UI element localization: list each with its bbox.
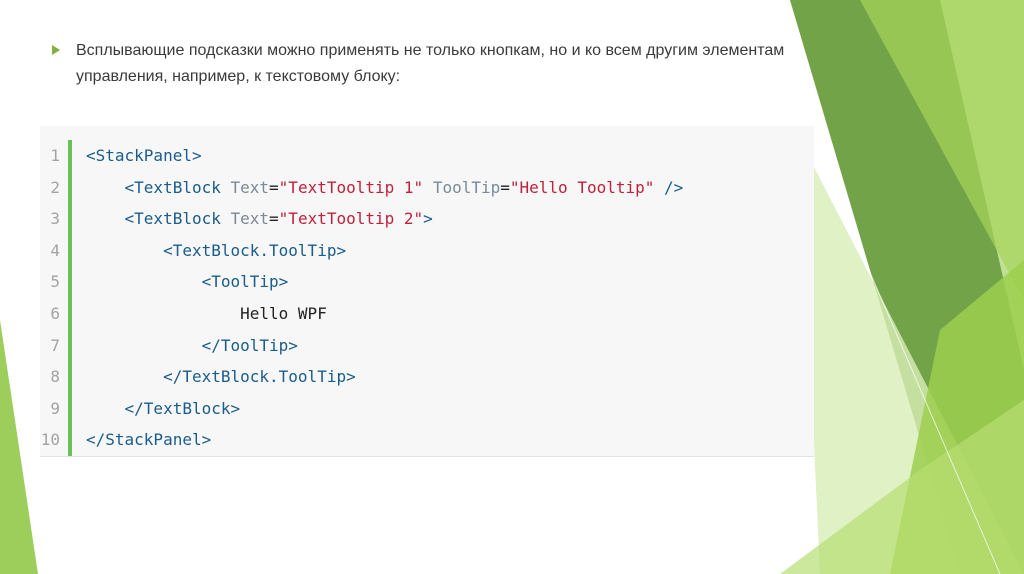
code-token-tag: > bbox=[423, 209, 433, 229]
code-token-txt: = bbox=[269, 209, 279, 229]
code-token-val: "Hello Tooltip" bbox=[509, 177, 655, 197]
code-text: <TextBlock Text="TextTooltip 1" ToolTip=… bbox=[86, 172, 684, 203]
code-text: <ToolTip> bbox=[86, 266, 289, 297]
code-text: <StackPanel> bbox=[86, 140, 202, 171]
code-token-tag: <TextBlock bbox=[124, 209, 221, 229]
line-number: 7 bbox=[50, 335, 60, 355]
code-line: 7 </ToolTip> bbox=[40, 330, 814, 361]
code-block: 1 <StackPanel> 2 <TextBlock Text="TextTool… bbox=[40, 126, 814, 457]
code-line: 8 </TextBlock.ToolTip> bbox=[40, 361, 814, 392]
code-line: 6 Hello WPF bbox=[40, 298, 814, 329]
code-line: 3 <TextBlock Text="TextTooltip 2"> bbox=[40, 203, 814, 234]
code-text: </TextBlock.ToolTip> bbox=[86, 361, 356, 392]
code-text: </TextBlock> bbox=[86, 393, 241, 424]
code-text: </ToolTip> bbox=[86, 330, 298, 361]
code-token-tag: </TextBlock> bbox=[124, 398, 241, 418]
code-line: 1 <StackPanel> bbox=[40, 140, 814, 171]
code-token-txt: = bbox=[269, 177, 279, 197]
code-token-tag: <TextBlock.ToolTip> bbox=[163, 240, 347, 260]
code-line: 2 <TextBlock Text="TextTooltip 1" ToolTi… bbox=[40, 172, 814, 203]
code-line: 5 <ToolTip> bbox=[40, 266, 814, 297]
line-number: 4 bbox=[50, 240, 60, 260]
code-text: Hello WPF bbox=[86, 298, 327, 329]
code-token-attr: Text bbox=[230, 177, 270, 197]
line-number: 8 bbox=[50, 367, 60, 387]
code-token-tag: <StackPanel> bbox=[86, 146, 202, 165]
line-number: 5 bbox=[50, 272, 60, 292]
code-text: <TextBlock Text="TextTooltip 2"> bbox=[86, 203, 433, 234]
code-token-val: "TextTooltip 2" bbox=[278, 209, 424, 229]
code-line: 4 <TextBlock.ToolTip> bbox=[40, 235, 814, 266]
code-text: </StackPanel> bbox=[86, 424, 211, 455]
line-number: 10 bbox=[40, 430, 60, 450]
code-token-tag: <TextBlock bbox=[124, 177, 221, 197]
code-token-val: "TextTooltip 1" bbox=[278, 177, 424, 197]
code-token-attr: Text bbox=[230, 209, 270, 229]
code-line: 9 </TextBlock> bbox=[40, 393, 814, 424]
code-token-tag: <ToolTip> bbox=[201, 272, 289, 292]
code-token-txt: = bbox=[500, 177, 510, 197]
line-number: 2 bbox=[50, 177, 60, 197]
line-number: 3 bbox=[50, 209, 60, 229]
line-number: 6 bbox=[50, 304, 60, 323]
code-token-attr: ToolTip bbox=[432, 177, 501, 197]
code-token-tag: </TextBlock.ToolTip> bbox=[163, 367, 356, 387]
line-number: 1 bbox=[50, 146, 60, 165]
line-number: 9 bbox=[50, 398, 60, 418]
code-text: <TextBlock.ToolTip> bbox=[86, 235, 346, 266]
bullet-arrow-icon bbox=[52, 45, 60, 55]
code-token-tag: </ToolTip> bbox=[201, 335, 298, 355]
code-token-tag: /> bbox=[664, 177, 684, 197]
code-token-txt: Hello WPF bbox=[240, 304, 327, 323]
code-line: 10 </StackPanel> bbox=[40, 424, 814, 455]
code-token-tag: </StackPanel> bbox=[86, 430, 212, 450]
bullet-text: Всплывающие подсказки можно применять не… bbox=[76, 42, 785, 85]
